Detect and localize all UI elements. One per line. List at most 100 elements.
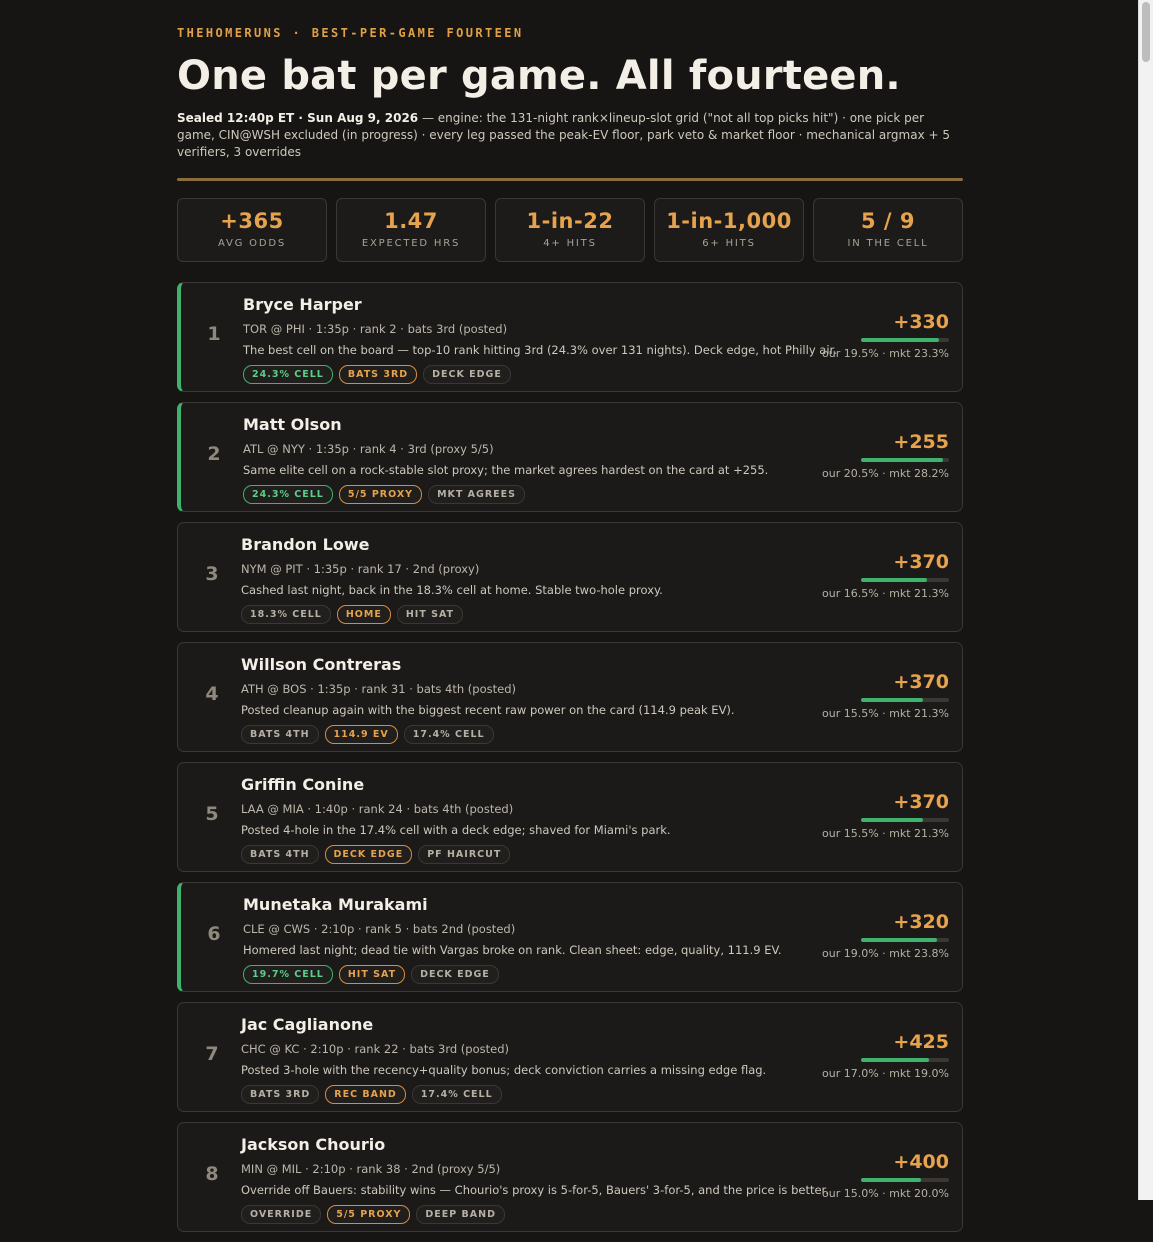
pick-tags: 19.7% CELL HIT SAT DECK EDGE [243,965,803,984]
probability-bar [861,338,949,342]
pick-probabilities: our 20.5% · mkt 28.2% [822,467,949,480]
probability-bar [861,698,949,702]
odds-column: +370 our 15.5% · mkt 21.3% [809,671,949,720]
pick-tag: OVERRIDE [241,1205,322,1224]
game-info: CLE @ CWS · 2:10p · rank 5 · bats 2nd (p… [243,922,516,936]
pick-tag: BATS 3RD [338,365,418,384]
stat-tile: 5 / 9 IN THE CELL [813,198,963,262]
player-name: Jackson Chourio [241,1135,386,1154]
stat-label: 4+ HITS [543,238,597,249]
pick-body: Bryce Harper TOR @ PHI · 1:35p · rank 2 ·… [243,295,837,384]
pick-tags: OVERRIDE 5/5 PROXY DEEP BAND [241,1205,801,1224]
pick-tag: 114.9 EV [324,725,398,744]
pick-tag: HIT SAT [396,605,464,624]
pick-card[interactable]: 8 Jackson Chourio MIN @ MIL · 2:10p · rank… [177,1122,963,1232]
odds-column: +400 our 15.0% · mkt 20.0% [809,1151,949,1200]
pick-body: Griffin Conine LAA @ MIA · 1:40p · rank 2… [241,775,801,864]
player-name: Griffin Conine [241,775,365,794]
stat-tile: +365 AVG ODDS [177,198,327,262]
pick-card[interactable]: 2 Matt Olson ATL @ NYY · 1:35p · rank 4 · … [177,402,963,512]
odds-column: +370 our 16.5% · mkt 21.3% [809,551,949,600]
pick-tag: 24.3% CELL [243,365,333,384]
game-info: ATL @ NYY · 1:35p · rank 4 · 3rd (proxy … [243,442,494,456]
game-info: CHC @ KC · 2:10p · rank 22 · bats 3rd (p… [241,1042,509,1056]
pick-tags: BATS 4TH 114.9 EV 17.4% CELL [241,725,801,744]
pick-rank: 8 [205,1163,219,1185]
pick-tag: DECK EDGE [324,845,413,864]
game-info: NYM @ PIT · 1:35p · rank 17 · 2nd (proxy… [241,562,480,576]
pick-tag: REC BAND [325,1085,406,1104]
pick-card[interactable]: 4 Willson Contreras ATH @ BOS · 1:35p · ra… [177,642,963,752]
pick-tags: 18.3% CELL HOME HIT SAT [241,605,801,624]
stat-tile: 1-in-22 4+ HITS [495,198,645,262]
pick-note: Posted 4-hole in the 17.4% cell with a d… [241,823,671,837]
pick-tag: BATS 3RD [241,1085,320,1104]
pick-note: Homered last night; dead tie with Vargas… [243,943,782,957]
pick-card[interactable]: 1 Bryce Harper TOR @ PHI · 1:35p · rank 2 … [177,282,963,392]
pick-body: Munetaka Murakami CLE @ CWS · 2:10p · ran… [243,895,803,984]
pick-card[interactable]: 7 Jac Caglianone CHC @ KC · 2:10p · rank 2… [177,1002,963,1112]
probability-bar [861,1058,949,1062]
pick-odds: +370 [893,791,949,813]
pick-tag: DEEP BAND [416,1205,505,1224]
eyebrow: THEHOMERUNS · BEST-PER-GAME FOURTEEN [177,26,524,40]
pick-tag: 5/5 PROXY [338,485,423,504]
pick-note: Override off Bauers: stability wins — Ch… [241,1183,829,1197]
pick-body: Willson Contreras ATH @ BOS · 1:35p · ran… [241,655,801,744]
pick-tag: 17.4% CELL [411,1085,502,1104]
pick-tag: BATS 4TH [241,845,319,864]
pick-tag: 24.3% CELL [243,485,333,504]
player-name: Willson Contreras [241,655,402,674]
player-name: Bryce Harper [243,295,362,314]
page-container: THEHOMERUNS · BEST-PER-GAME FOURTEEN One… [177,0,963,1242]
stat-value: 5 / 9 [860,209,915,233]
pick-note: Posted 3-hole with the recency+quality b… [241,1063,767,1077]
pick-body: Jackson Chourio MIN @ MIL · 2:10p · rank … [241,1135,829,1224]
pick-tag: DECK EDGE [423,365,511,384]
stat-label: AVG ODDS [218,238,286,249]
pick-rank: 1 [207,323,221,345]
pick-body: Brandon Lowe NYM @ PIT · 1:35p · rank 17 … [241,535,801,624]
game-info: ATH @ BOS · 1:35p · rank 31 · bats 4th (… [241,682,516,696]
probability-bar-fill [861,1178,921,1182]
pick-card[interactable]: 3 Brandon Lowe NYM @ PIT · 1:35p · rank 17… [177,522,963,632]
odds-column: +330 our 19.5% · mkt 23.3% [809,311,949,360]
pick-tag: 17.4% CELL [403,725,494,744]
game-info: TOR @ PHI · 1:35p · rank 2 · bats 3rd (p… [243,322,508,336]
odds-column: +255 our 20.5% · mkt 28.2% [809,431,949,480]
probability-bar-fill [861,578,927,582]
stat-value: +365 [220,209,284,233]
pick-tags: BATS 3RD REC BAND 17.4% CELL [241,1085,801,1104]
stats-row: +365 AVG ODDS 1.47 EXPECTED HRS 1-in-22 4+ HI… [177,198,963,262]
player-name: Brandon Lowe [241,535,370,554]
pick-odds: +370 [893,671,949,693]
pick-odds: +370 [893,551,949,573]
pick-tag: HOME [336,605,391,624]
pick-tag: DECK EDGE [411,965,499,984]
pick-probabilities: our 17.0% · mkt 19.0% [822,1067,949,1080]
probability-bar-fill [861,1058,929,1062]
odds-column: +320 our 19.0% · mkt 23.8% [809,911,949,960]
player-name: Munetaka Murakami [243,895,428,914]
pick-card[interactable]: 6 Munetaka Murakami CLE @ CWS · 2:10p · ra… [177,882,963,992]
sealed-meta: Sealed 12:40p ET · Sun Aug 9, 2026 — eng… [177,110,963,161]
player-name: Jac Caglianone [241,1015,374,1034]
pick-tag: MKT AGREES [428,485,525,504]
scrollbar-thumb[interactable] [1142,2,1150,62]
stat-tile: 1-in-1,000 6+ HITS [654,198,804,262]
pick-tag: PF HAIRCUT [418,845,511,864]
pick-body: Jac Caglianone CHC @ KC · 2:10p · rank 22… [241,1015,801,1104]
probability-bar-fill [861,818,923,822]
pick-card[interactable]: 5 Griffin Conine LAA @ MIA · 1:40p · rank … [177,762,963,872]
divider [177,178,963,181]
scrollbar[interactable] [1138,0,1153,1200]
pick-tag: 5/5 PROXY [327,1205,411,1224]
pick-note: Same elite cell on a rock-stable slot pr… [243,463,769,477]
pick-rank: 2 [207,443,221,465]
stat-value: 1.47 [384,209,438,233]
page-title: One bat per game. All fourteen. [177,53,901,99]
probability-bar [861,818,949,822]
stat-value: 1-in-1,000 [666,209,792,233]
pick-probabilities: our 15.5% · mkt 21.3% [822,827,949,840]
pick-rank: 6 [207,923,221,945]
